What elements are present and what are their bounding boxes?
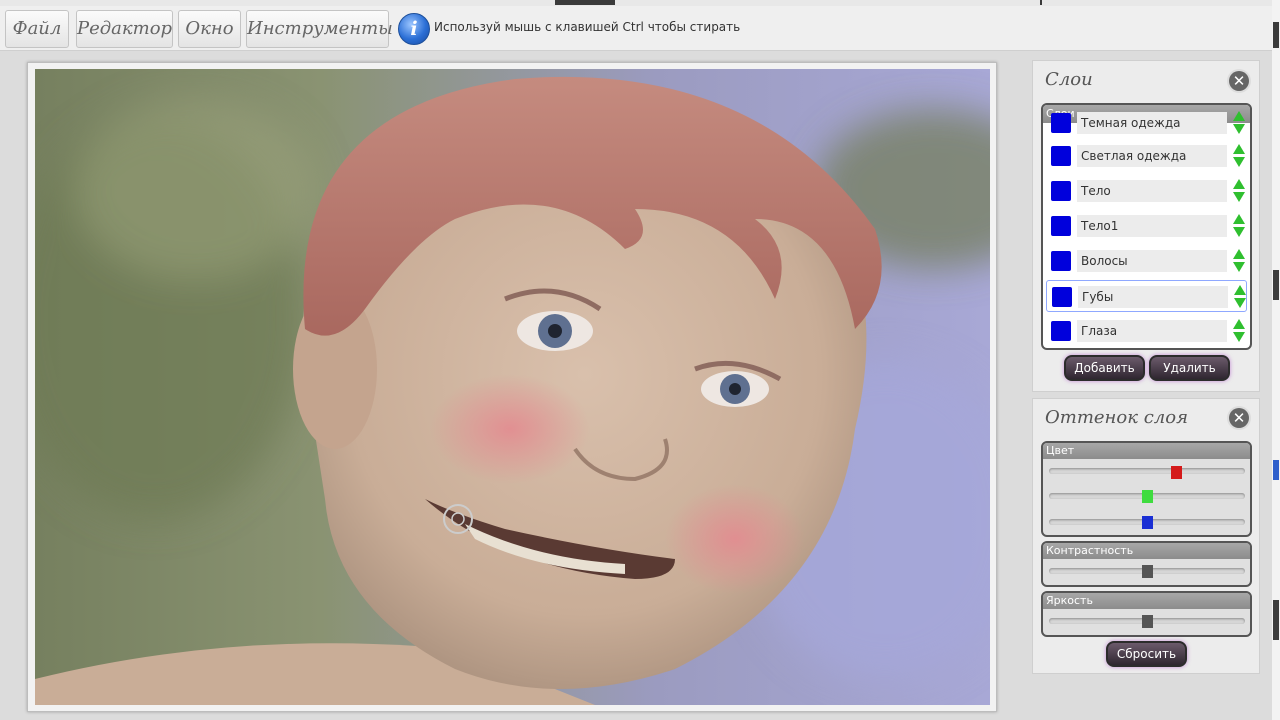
blue-slider-thumb[interactable] xyxy=(1141,516,1153,529)
arrow-up-icon[interactable] xyxy=(1233,214,1245,224)
layer-row[interactable]: Тело1 xyxy=(1046,210,1247,242)
arrow-down-icon[interactable] xyxy=(1233,332,1245,342)
right-edge-strip xyxy=(1272,0,1280,720)
contrast-label: Контрастность xyxy=(1043,543,1250,559)
green-slider-thumb[interactable] xyxy=(1141,490,1153,503)
layer-order-arrows[interactable] xyxy=(1233,178,1245,204)
menu-file-button[interactable]: Файл xyxy=(5,10,69,48)
layer-order-arrows[interactable] xyxy=(1233,143,1245,169)
boy-portrait-image xyxy=(35,69,990,705)
layers-list: Слои Темная одежда Светлая одежда Тело Т… xyxy=(1041,103,1252,350)
arrow-down-icon[interactable] xyxy=(1233,157,1245,167)
arrow-down-icon[interactable] xyxy=(1233,262,1245,272)
layer-color-swatch[interactable] xyxy=(1051,321,1071,341)
layer-color-swatch[interactable] xyxy=(1051,251,1071,271)
menu-window-button[interactable]: Окно xyxy=(178,10,241,48)
red-slider-track[interactable] xyxy=(1049,468,1245,474)
layers-panel-title: Слои xyxy=(1045,69,1093,90)
color-group-label: Цвет xyxy=(1043,443,1250,459)
arrow-up-icon[interactable] xyxy=(1234,285,1246,295)
brightness-label: Яркость xyxy=(1043,593,1250,609)
red-slider-thumb[interactable] xyxy=(1170,466,1182,479)
menu-tools-button[interactable]: Инструменты xyxy=(246,10,393,48)
layer-order-arrows[interactable] xyxy=(1233,110,1245,136)
delete-layer-button[interactable]: Удалить xyxy=(1149,355,1230,381)
hint-text: Используй мышь с клавишей Ctrl чтобы сти… xyxy=(434,20,741,34)
arrow-up-icon[interactable] xyxy=(1233,111,1245,121)
close-icon[interactable]: ✕ xyxy=(1229,71,1249,91)
arrow-down-icon[interactable] xyxy=(1234,298,1246,308)
add-layer-button[interactable]: Добавить xyxy=(1064,355,1145,381)
layer-order-arrows[interactable] xyxy=(1233,248,1245,274)
layer-order-arrows[interactable] xyxy=(1233,318,1245,344)
layer-name[interactable]: Волосы xyxy=(1077,250,1227,272)
layer-row[interactable]: Темная одежда xyxy=(1046,107,1247,139)
layer-name[interactable]: Губы xyxy=(1078,286,1228,308)
layer-row[interactable]: Волосы xyxy=(1046,245,1247,277)
layer-row[interactable]: Глаза xyxy=(1046,315,1247,347)
info-icon: i xyxy=(398,13,430,45)
layer-row[interactable]: Светлая одежда xyxy=(1046,140,1247,172)
layer-name[interactable]: Тело1 xyxy=(1077,215,1227,237)
layer-name[interactable]: Глаза xyxy=(1077,320,1227,342)
photo-canvas[interactable] xyxy=(35,69,990,705)
layer-name[interactable]: Светлая одежда xyxy=(1077,145,1227,167)
layer-row-selected[interactable]: Губы xyxy=(1046,280,1247,312)
brightness-slider-thumb[interactable] xyxy=(1141,615,1153,628)
arrow-down-icon[interactable] xyxy=(1233,227,1245,237)
layer-color-swatch[interactable] xyxy=(1052,287,1072,307)
layer-color-swatch[interactable] xyxy=(1051,216,1071,236)
layer-name[interactable]: Тело xyxy=(1077,180,1227,202)
close-icon[interactable]: ✕ xyxy=(1229,408,1249,428)
arrow-up-icon[interactable] xyxy=(1233,319,1245,329)
layer-color-swatch[interactable] xyxy=(1051,113,1071,133)
contrast-slider-thumb[interactable] xyxy=(1141,565,1153,578)
layer-row[interactable]: Тело xyxy=(1046,175,1247,207)
layer-order-arrows[interactable] xyxy=(1233,213,1245,239)
menu-editor-button[interactable]: Редактор xyxy=(76,10,173,48)
layer-color-swatch[interactable] xyxy=(1051,146,1071,166)
arrow-down-icon[interactable] xyxy=(1233,124,1245,134)
arrow-down-icon[interactable] xyxy=(1233,192,1245,202)
reset-button[interactable]: Сбросить xyxy=(1106,641,1187,667)
arrow-up-icon[interactable] xyxy=(1233,249,1245,259)
brightness-group: Яркость xyxy=(1041,591,1252,637)
arrow-up-icon[interactable] xyxy=(1233,144,1245,154)
contrast-group: Контрастность xyxy=(1041,541,1252,587)
arrow-up-icon[interactable] xyxy=(1233,179,1245,189)
color-group: Цвет xyxy=(1041,441,1252,537)
tint-panel-title: Оттенок слоя xyxy=(1045,407,1189,428)
layer-name[interactable]: Темная одежда xyxy=(1077,112,1227,134)
layer-order-arrows[interactable] xyxy=(1234,284,1246,310)
layer-color-swatch[interactable] xyxy=(1051,181,1071,201)
